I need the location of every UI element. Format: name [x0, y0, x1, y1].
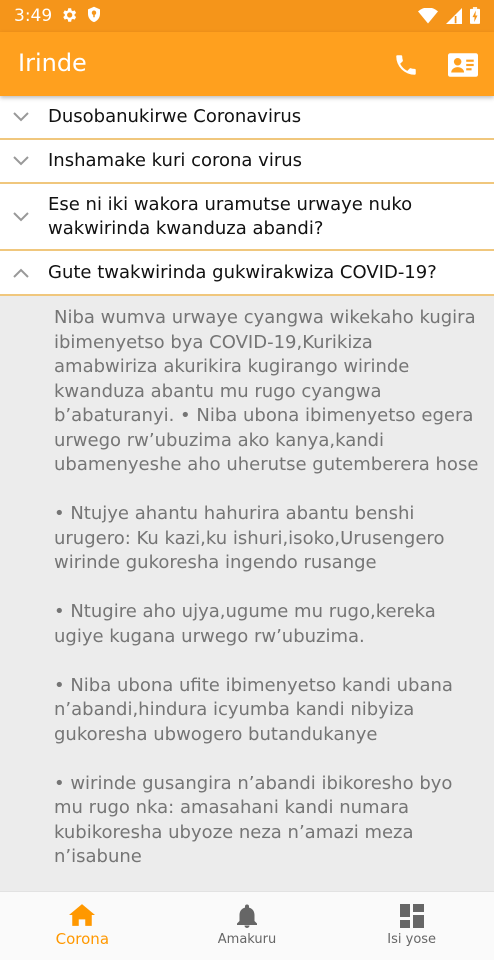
phone-button[interactable] — [391, 50, 421, 80]
status-bar: 3:49 — [0, 0, 494, 32]
signal-icon — [446, 7, 462, 29]
contacts-icon — [448, 53, 478, 77]
app-title: Irinde — [18, 49, 87, 77]
chevron-up-icon — [13, 268, 29, 278]
nav-item-isi-yose[interactable]: Isi yose — [329, 892, 494, 960]
nav-item-corona[interactable]: Corona — [0, 892, 165, 960]
home-icon — [69, 904, 96, 926]
bottom-nav: Corona Amakuru Isi yose — [0, 891, 494, 960]
chevron-down-icon — [13, 112, 29, 122]
faq-header[interactable]: Gute twakwirinda gukwirakwiza COVID-19? — [0, 251, 494, 294]
shield-icon — [86, 6, 102, 29]
dashboard-icon — [399, 904, 424, 928]
chevron-down-icon — [13, 156, 29, 166]
faq-list: Dusobanukirwe Coronavirus Inshamake kuri… — [0, 96, 494, 891]
faq-title: Dusobanukirwe Coronavirus — [48, 106, 302, 127]
faq-header[interactable]: Ese ni iki wakora uramutse urwaye nuko w… — [0, 184, 494, 249]
faq-item-expanded: Gute twakwirinda gukwirakwiza COVID-19? — [0, 251, 494, 296]
faq-header[interactable]: Inshamake kuri corona virus — [0, 140, 494, 182]
nav-label: Amakuru — [217, 932, 277, 947]
chevron-down-icon — [13, 211, 29, 221]
faq-answer: Niba wumva urwaye cyangwa wikekaho kugir… — [0, 296, 494, 870]
battery-charging-icon — [470, 7, 480, 29]
faq-item: Inshamake kuri corona virus — [0, 140, 494, 184]
faq-title: Inshamake kuri corona virus — [48, 150, 303, 171]
status-time: 3:49 — [14, 6, 53, 26]
contacts-button[interactable] — [448, 50, 478, 80]
nav-item-amakuru[interactable]: Amakuru — [165, 892, 330, 960]
faq-title: Ese ni iki wakora uramutse urwaye nuko w… — [48, 193, 413, 239]
faq-title: Gute twakwirinda gukwirakwiza COVID-19? — [48, 261, 437, 283]
phone-icon — [396, 55, 416, 75]
nav-label: Isi yose — [387, 932, 437, 947]
bell-icon — [237, 904, 257, 928]
nav-label: Corona — [55, 930, 110, 948]
faq-answer-text: Niba wumva urwaye cyangwa wikekaho kugir… — [54, 307, 479, 867]
faq-item: Ese ni iki wakora uramutse urwaye nuko w… — [0, 184, 494, 251]
app-bar: Irinde — [0, 32, 494, 96]
gear-icon — [60, 6, 78, 29]
faq-item: Dusobanukirwe Coronavirus — [0, 96, 494, 140]
faq-header[interactable]: Dusobanukirwe Coronavirus — [0, 96, 494, 138]
wifi-icon — [418, 6, 438, 29]
